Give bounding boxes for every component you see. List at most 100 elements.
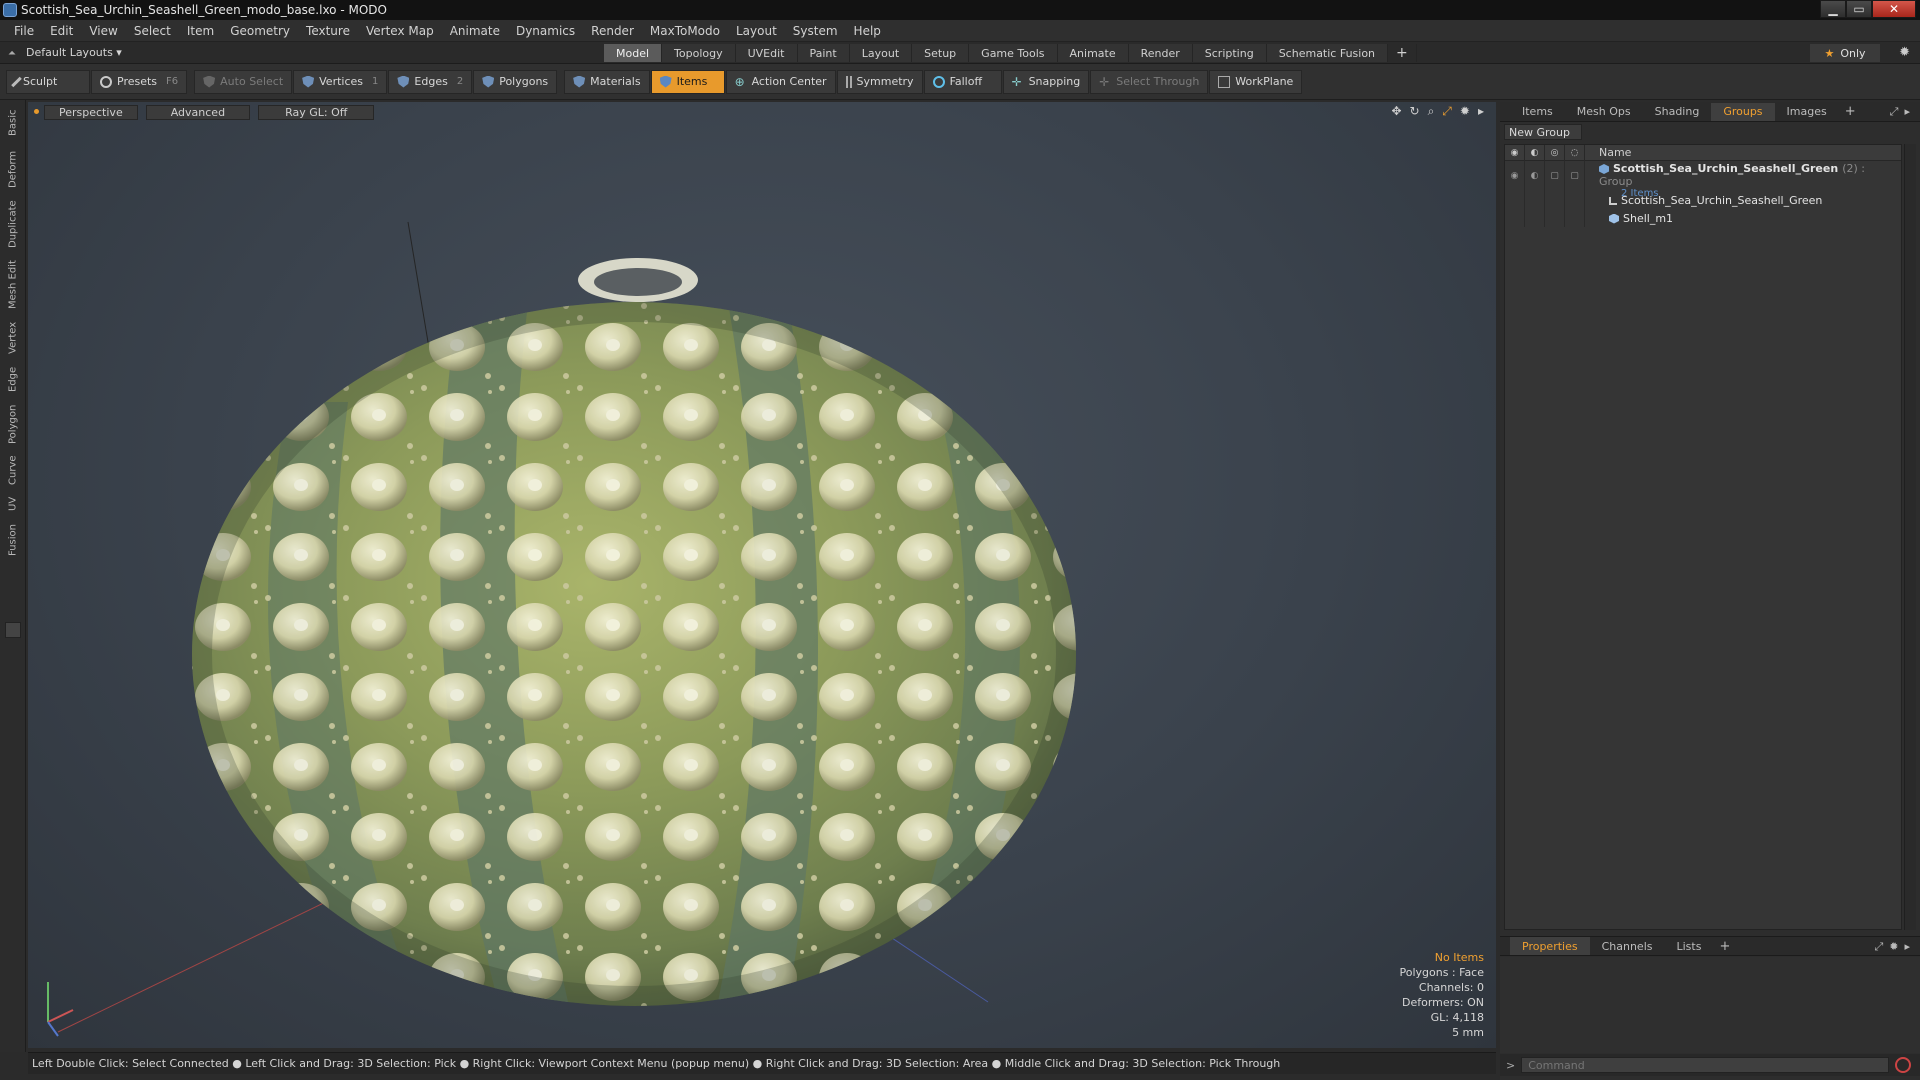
tab-groups[interactable]: Groups [1711, 102, 1775, 121]
props-gear-icon[interactable]: ✹ [1889, 940, 1898, 954]
tab-lists[interactable]: Lists [1665, 937, 1714, 955]
tab-game-tools[interactable]: Game Tools [969, 44, 1058, 62]
vtab-deform[interactable]: Deform [4, 146, 22, 192]
menu-texture[interactable]: Texture [298, 24, 358, 38]
add-tab-button[interactable]: + [1388, 44, 1417, 62]
menu-animate[interactable]: Animate [442, 24, 508, 38]
new-group-button[interactable]: New Group [1504, 124, 1582, 140]
vtab-vertex[interactable]: Vertex [4, 318, 22, 358]
render-icon[interactable]: ◐ [1525, 161, 1545, 191]
menu-geometry[interactable]: Geometry [222, 24, 298, 38]
menu-view[interactable]: View [81, 24, 125, 38]
tab-paint[interactable]: Paint [797, 44, 850, 62]
tab-render[interactable]: Render [1128, 44, 1193, 62]
menu-render[interactable]: Render [583, 24, 642, 38]
tab-model[interactable]: Model [604, 44, 663, 62]
materials-button[interactable]: Materials [564, 69, 650, 94]
tree-scrollbar[interactable] [1904, 144, 1916, 930]
zoom-icon[interactable]: ⌕ [1428, 104, 1435, 119]
polygons-button[interactable]: Polygons [473, 69, 558, 94]
tab-topology[interactable]: Topology [662, 44, 736, 62]
tab-channels[interactable]: Channels [1590, 937, 1665, 955]
only-button[interactable]: ★ Only [1810, 44, 1880, 62]
pan-icon[interactable]: ✥ [1391, 104, 1401, 119]
symmetry-button[interactable]: Symmetry [836, 69, 923, 94]
maximize-icon[interactable]: ▭ [1846, 0, 1872, 18]
menu-edit[interactable]: Edit [42, 24, 81, 38]
fit-icon[interactable]: ⤢ [1442, 104, 1452, 119]
menu-file[interactable]: File [6, 24, 42, 38]
workplane-button[interactable]: WorkPlane [1209, 69, 1303, 94]
vtab-edge[interactable]: Edge [4, 362, 22, 396]
minimize-icon[interactable]: ▁ [1820, 0, 1846, 18]
lock-icon[interactable]: ▢ [1545, 161, 1565, 191]
name-column-header[interactable]: Name [1585, 146, 1631, 159]
snapping-button[interactable]: ✛ Snapping [1002, 69, 1090, 94]
panel-menu-icon[interactable]: ▸ [1904, 105, 1910, 119]
tab-animate[interactable]: Animate [1057, 44, 1129, 62]
items-button[interactable]: Items [650, 69, 725, 94]
command-history-icon[interactable]: > [1506, 1059, 1515, 1072]
expand-icon[interactable]: ⤢ [1890, 105, 1899, 119]
menu-vertex-map[interactable]: Vertex Map [358, 24, 442, 38]
vtab-mesh-edit[interactable]: Mesh Edit [4, 256, 22, 314]
action-center-button[interactable]: ⊕ Action Center [725, 69, 836, 94]
menu-layout[interactable]: Layout [728, 24, 785, 38]
sculpt-button[interactable]: Sculpt [6, 69, 90, 94]
close-icon[interactable]: ✕ [1872, 0, 1916, 18]
vtab-polygon[interactable]: Polygon [4, 400, 22, 448]
viewport-gear-icon[interactable]: ✹ [1460, 104, 1470, 119]
tab-images[interactable]: Images [1775, 103, 1839, 121]
tab-shading[interactable]: Shading [1643, 103, 1712, 121]
props-expand-icon[interactable]: ⤢ [1874, 940, 1883, 954]
vtab-uv[interactable]: UV [4, 492, 22, 516]
tab-mesh-ops[interactable]: Mesh Ops [1565, 103, 1643, 121]
command-input[interactable] [1521, 1057, 1890, 1073]
menu-system[interactable]: System [785, 24, 846, 38]
viewport-more-icon[interactable]: ▸ [1478, 104, 1484, 119]
tab-properties[interactable]: Properties [1510, 937, 1590, 955]
select-icon[interactable]: ▢ [1565, 161, 1585, 191]
tree-row-mesh[interactable]: Shell_m1 [1505, 209, 1901, 227]
auto-select-button[interactable]: Auto Select [194, 69, 293, 94]
toolbox-toggle-button[interactable] [5, 622, 21, 638]
vertices-button[interactable]: Vertices 1 [293, 69, 388, 94]
collapse-arrow-icon[interactable]: ⏶ [8, 48, 18, 59]
viewport-menu-dot[interactable] [34, 109, 39, 114]
tab-setup[interactable]: Setup [912, 44, 970, 62]
menu-dynamics[interactable]: Dynamics [508, 24, 583, 38]
vtab-basic[interactable]: Basic [4, 104, 22, 142]
view-type-button[interactable]: Perspective [44, 104, 138, 120]
vtab-fusion[interactable]: Fusion [4, 520, 22, 560]
tab-layout[interactable]: Layout [849, 44, 913, 62]
vtab-curve[interactable]: Curve [4, 452, 22, 488]
visibility-col-icon[interactable]: ◉ [1505, 144, 1525, 161]
raygl-button[interactable]: Ray GL: Off [258, 104, 375, 120]
add-props-tab-button[interactable]: + [1713, 937, 1736, 955]
menu-select[interactable]: Select [126, 24, 179, 38]
render-col-icon[interactable]: ◐ [1525, 144, 1545, 161]
menu-item[interactable]: Item [179, 24, 222, 38]
eye-icon[interactable]: ◉ [1505, 161, 1525, 191]
select-through-button[interactable]: ✛ Select Through [1090, 69, 1209, 94]
vtab-duplicate[interactable]: Duplicate [4, 196, 22, 252]
gear-icon[interactable]: ✹ [1899, 45, 1910, 60]
edges-button[interactable]: Edges 2 [388, 69, 473, 94]
add-panel-tab-button[interactable]: + [1839, 103, 1862, 121]
3d-viewport[interactable]: Perspective Advanced Ray GL: Off ✥ ↻ ⌕ ⤢… [28, 102, 1496, 1048]
tree-row-group[interactable]: ◉ ◐ ▢ ▢ Scottish_Sea_Urchin_Seashell_Gre… [1505, 161, 1901, 199]
menu-help[interactable]: Help [846, 24, 889, 38]
layout-preset-dropdown[interactable]: ⏶ Default Layouts ▾ [8, 46, 122, 59]
falloff-button[interactable]: Falloff [923, 69, 1002, 94]
tab-scripting[interactable]: Scripting [1192, 44, 1267, 62]
rotate-icon[interactable]: ↻ [1410, 104, 1420, 119]
select-col-icon[interactable]: ◌ [1565, 144, 1585, 161]
record-macro-icon[interactable] [1895, 1057, 1912, 1073]
tab-schematic-fusion[interactable]: Schematic Fusion [1266, 44, 1389, 62]
shading-mode-button[interactable]: Advanced [145, 104, 251, 120]
tab-uvedit[interactable]: UVEdit [735, 44, 798, 62]
tree-row-locator[interactable]: Scottish_Sea_Urchin_Seashell_Green [1505, 191, 1901, 209]
presets-button[interactable]: Presets F6 [91, 69, 188, 94]
menu-maxtomodo[interactable]: MaxToModo [642, 24, 728, 38]
tab-items[interactable]: Items [1510, 103, 1565, 121]
